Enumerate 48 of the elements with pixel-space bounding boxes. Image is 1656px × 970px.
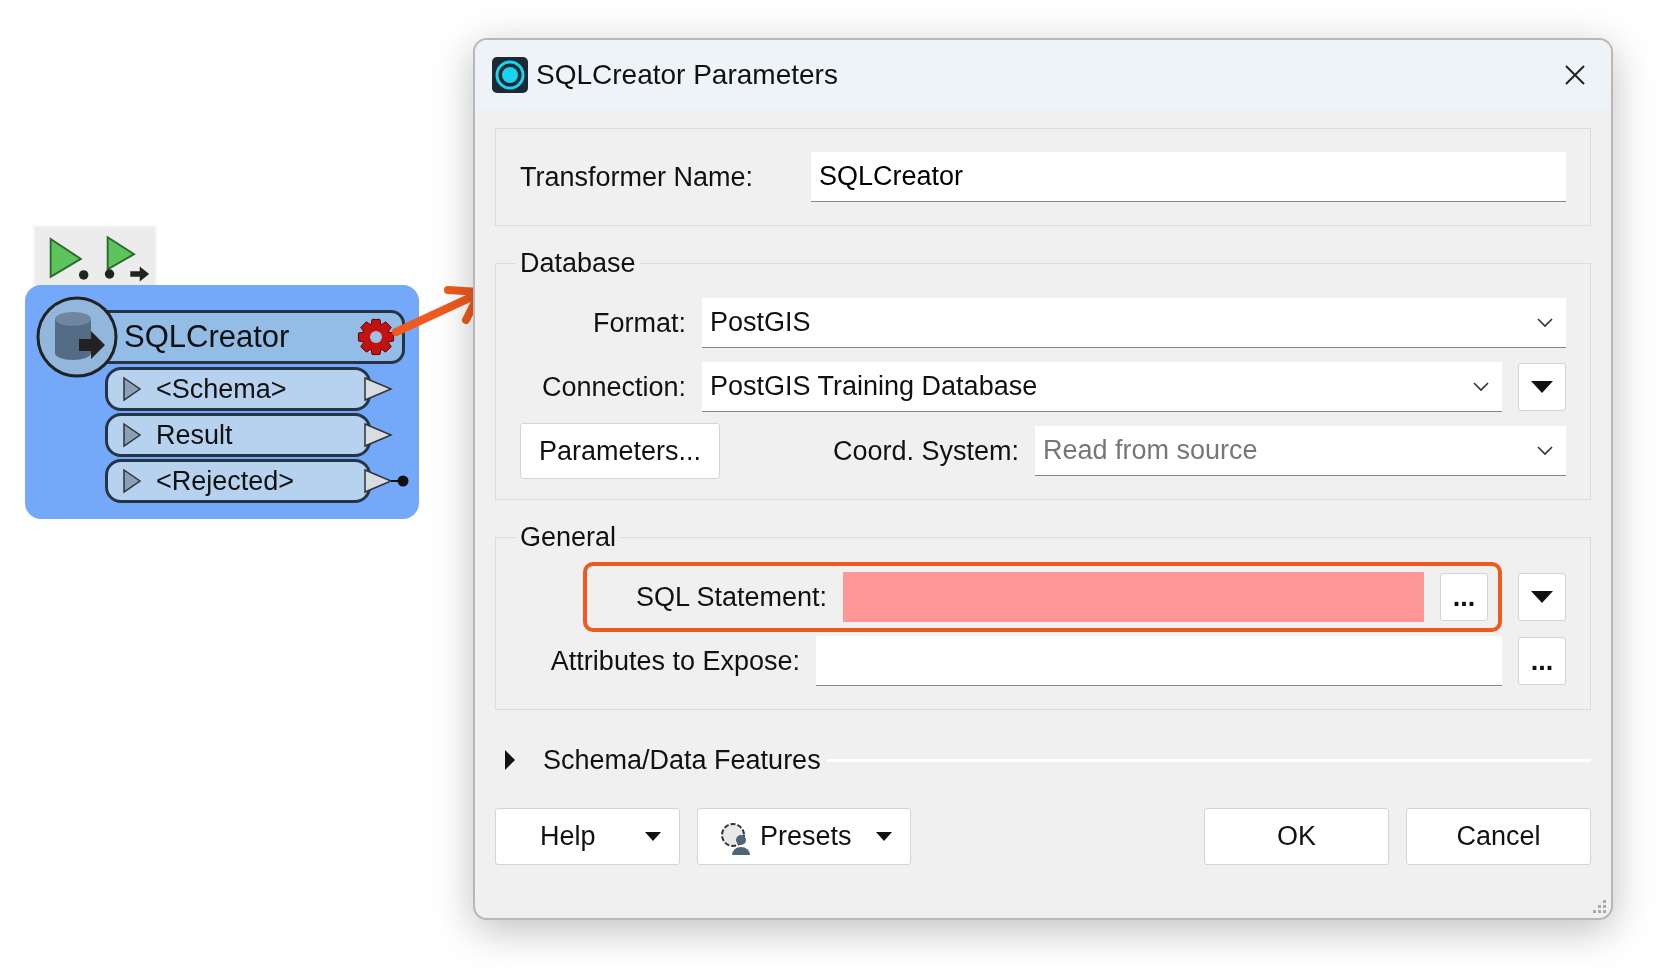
field-label: Coord. System: xyxy=(831,435,1019,467)
menu-button[interactable]: Presets xyxy=(697,808,911,865)
chevron-down-icon xyxy=(1536,316,1554,329)
format-dropdown[interactable]: PostGIS xyxy=(702,298,1566,348)
triangle-down-icon xyxy=(1531,381,1553,393)
dialog-button[interactable]: OK xyxy=(1204,808,1389,865)
menu-button[interactable]: Help xyxy=(495,808,680,865)
output-port[interactable]: <Rejected> xyxy=(105,459,371,503)
field-label: SQL Statement: xyxy=(634,581,827,613)
browse-button[interactable]: ... xyxy=(1518,637,1566,685)
port-arrow-icon[interactable] xyxy=(363,376,393,402)
transformer-node[interactable]: SQLCreator <Schema> Result <Rejected> xyxy=(25,285,419,519)
app-icon xyxy=(492,57,528,93)
caret-icon xyxy=(875,832,892,841)
output-port[interactable]: <Schema> xyxy=(105,367,371,411)
chevron-down-icon xyxy=(1536,444,1554,457)
port-arrow-icon[interactable] xyxy=(363,422,393,448)
triangle-down-icon xyxy=(1531,591,1553,603)
section-expander[interactable]: Schema/Data Features xyxy=(495,744,821,776)
resize-grip-icon[interactable] xyxy=(1593,900,1607,914)
name-input-field[interactable]: SQLCreator xyxy=(811,152,1566,202)
connected-port-icon[interactable] xyxy=(363,468,409,494)
browse-button[interactable]: ... xyxy=(1440,573,1488,621)
expand-triangle-icon[interactable] xyxy=(122,422,142,448)
field-label: Format: xyxy=(592,307,686,339)
field-label: Transformer Name: xyxy=(520,161,755,193)
database-icon xyxy=(35,295,119,379)
chevron-down-icon xyxy=(1472,380,1490,393)
close-icon[interactable] xyxy=(1563,63,1587,87)
parameters-button[interactable]: Parameters... xyxy=(520,423,720,479)
field-label: Connection: xyxy=(540,371,686,403)
gear-icon[interactable] xyxy=(356,317,396,357)
field-label: Attributes to Expose: xyxy=(549,645,800,677)
output-port[interactable]: Result xyxy=(105,413,371,457)
expand-triangle-icon[interactable] xyxy=(122,376,142,402)
node-title: SQLCreator xyxy=(124,319,290,355)
sql-menu-button[interactable] xyxy=(1518,573,1566,621)
expand-triangle-icon[interactable] xyxy=(122,468,142,494)
group-title: Database xyxy=(519,248,637,279)
dialog-button[interactable]: Cancel xyxy=(1406,808,1591,865)
window-title: SQLCreator Parameters xyxy=(536,59,839,91)
connection-menu-button[interactable] xyxy=(1518,363,1566,411)
attributes-field[interactable] xyxy=(816,636,1502,686)
connection-dropdown[interactable]: PostGIS Training Database xyxy=(702,362,1502,412)
caret-icon xyxy=(645,832,661,841)
sql-statement-field[interactable] xyxy=(843,572,1424,622)
group-title: General xyxy=(519,522,618,553)
coord-system-dropdown[interactable]: Read from source xyxy=(1035,426,1566,476)
